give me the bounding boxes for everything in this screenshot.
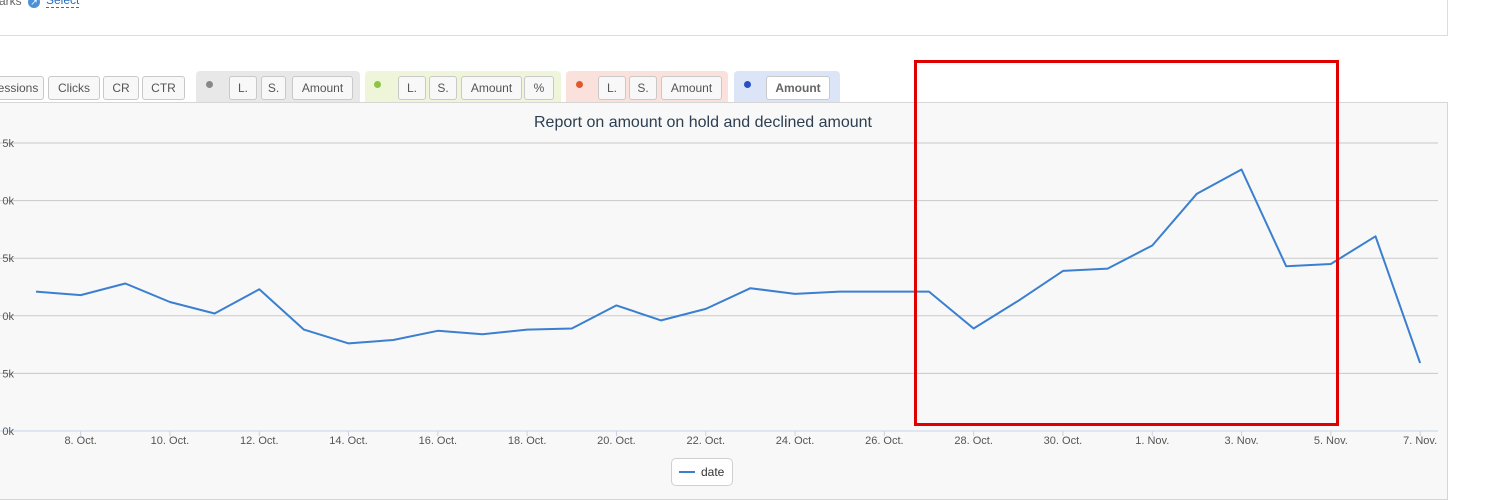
x-tick-label: 7. Nov. — [1403, 435, 1437, 447]
x-tick-label: 3. Nov. — [1225, 435, 1259, 447]
legend-label: date — [701, 465, 725, 479]
x-tick-label: 28. Oct. — [954, 435, 993, 447]
y-tick-label: 0k — [2, 426, 14, 438]
y-tick-label: 5k — [2, 138, 14, 150]
x-tick-label: 24. Oct. — [776, 435, 815, 447]
chart-legend[interactable]: date — [671, 458, 733, 486]
x-tick-label: 10. Oct. — [151, 435, 190, 447]
x-tick-label: 20. Oct. — [597, 435, 636, 447]
y-tick-label: 0k — [2, 196, 14, 208]
legend-line-icon — [679, 471, 695, 473]
y-tick-label: 0k — [2, 311, 14, 323]
x-tick-label: 14. Oct. — [329, 435, 368, 447]
x-tick-label: 26. Oct. — [865, 435, 904, 447]
x-tick-label: 8. Oct. — [64, 435, 96, 447]
x-tick-label: 22. Oct. — [686, 435, 725, 447]
highlight-rectangle — [914, 60, 1339, 426]
x-tick-label: 30. Oct. — [1044, 435, 1083, 447]
x-tick-label: 1. Nov. — [1135, 435, 1169, 447]
x-tick-label: 16. Oct. — [419, 435, 458, 447]
y-tick-label: 5k — [2, 253, 14, 265]
y-tick-label: 5k — [2, 368, 14, 380]
chart-title: Report on amount on hold and declined am… — [534, 114, 873, 131]
x-tick-label: 12. Oct. — [240, 435, 279, 447]
x-tick-label: 5. Nov. — [1314, 435, 1348, 447]
x-tick-label: 18. Oct. — [508, 435, 547, 447]
